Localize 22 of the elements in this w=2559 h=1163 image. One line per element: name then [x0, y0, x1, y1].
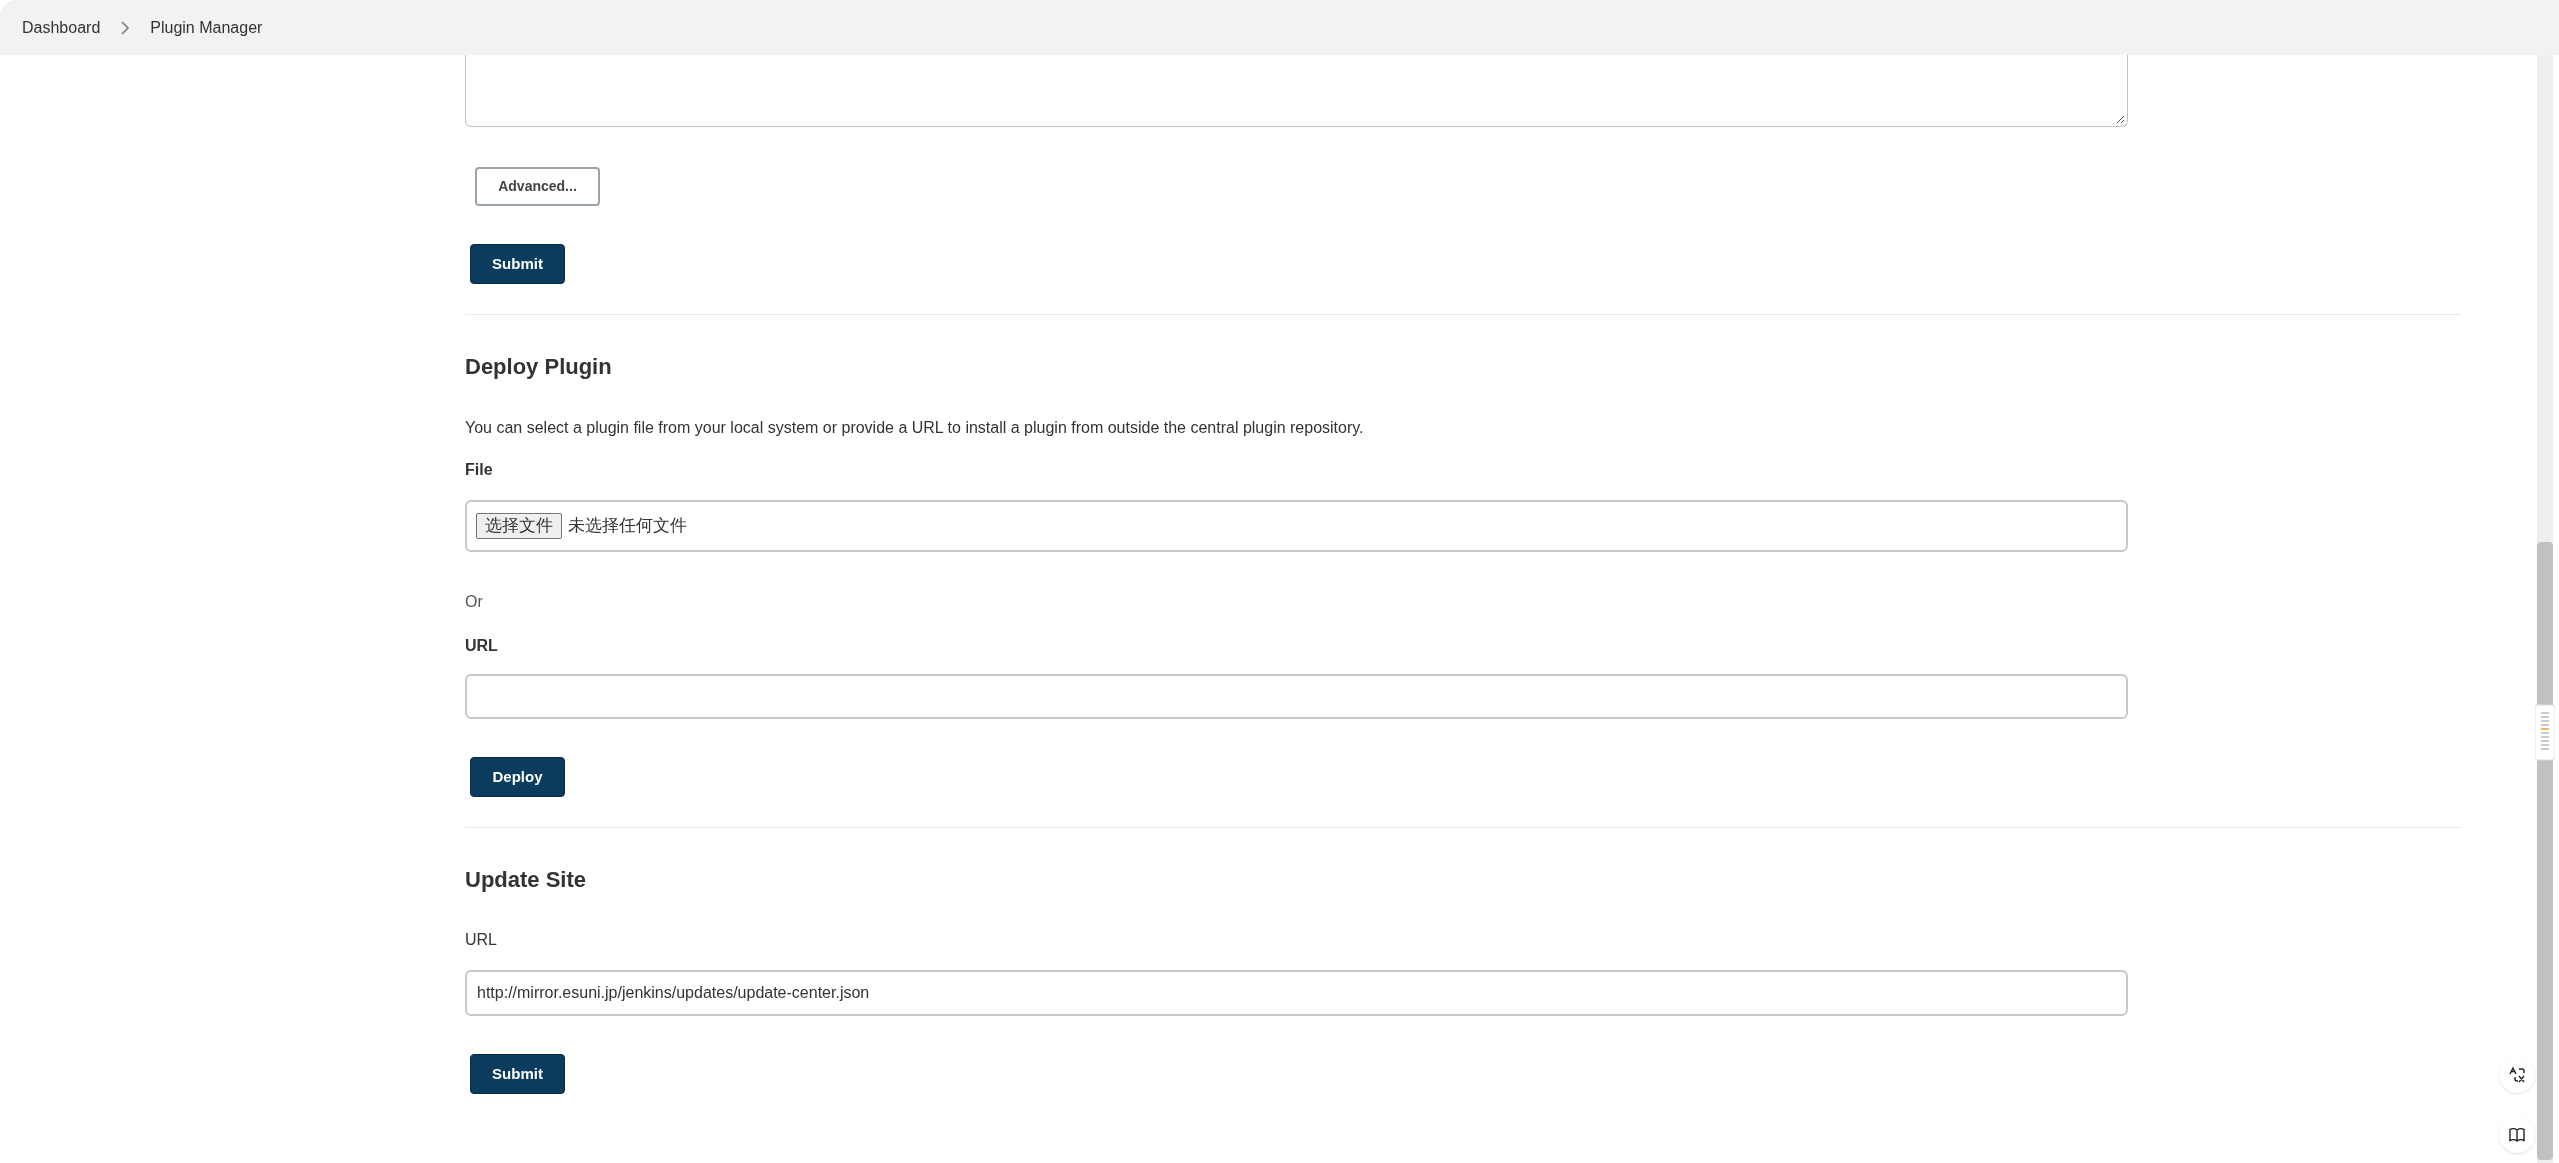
book-icon[interactable]	[2499, 1117, 2535, 1153]
url-field[interactable]: http://mirror.esuni.jp/jenkins/updates/update-center.json	[465, 970, 2128, 1016]
section-title: Update Site	[465, 866, 588, 894]
field-label: URL	[465, 930, 498, 950]
breadcrumb-link[interactable]: Dashboard	[22, 15, 101, 40]
file-input[interactable]: 选择文件 未选择任何文件	[465, 500, 2128, 552]
deploy-button[interactable]: Deploy	[470, 757, 565, 797]
breadcrumb-link[interactable]: Plugin Manager	[150, 15, 263, 40]
translate-icon[interactable]	[2499, 1057, 2535, 1093]
submit-button[interactable]: Submit	[470, 1054, 565, 1094]
or-text: Or	[465, 592, 484, 612]
submit-button[interactable]: Submit	[470, 244, 565, 284]
section-description: You can select a plugin file from your local system or provide a URL to install a plugin from outside the central plugin repository.	[465, 418, 1365, 438]
field-label: URL	[465, 636, 499, 656]
url-field[interactable]	[465, 674, 2128, 719]
section-title: Deploy Plugin	[465, 353, 613, 381]
chevron-right-icon	[120, 20, 131, 35]
field-label: File	[465, 460, 494, 480]
resize-handle-icon	[2115, 114, 2125, 124]
choose-file-button[interactable]: 选择文件	[476, 513, 562, 539]
advanced-button[interactable]: Advanced...	[475, 167, 600, 206]
file-status: 未选择任何文件	[568, 515, 687, 538]
